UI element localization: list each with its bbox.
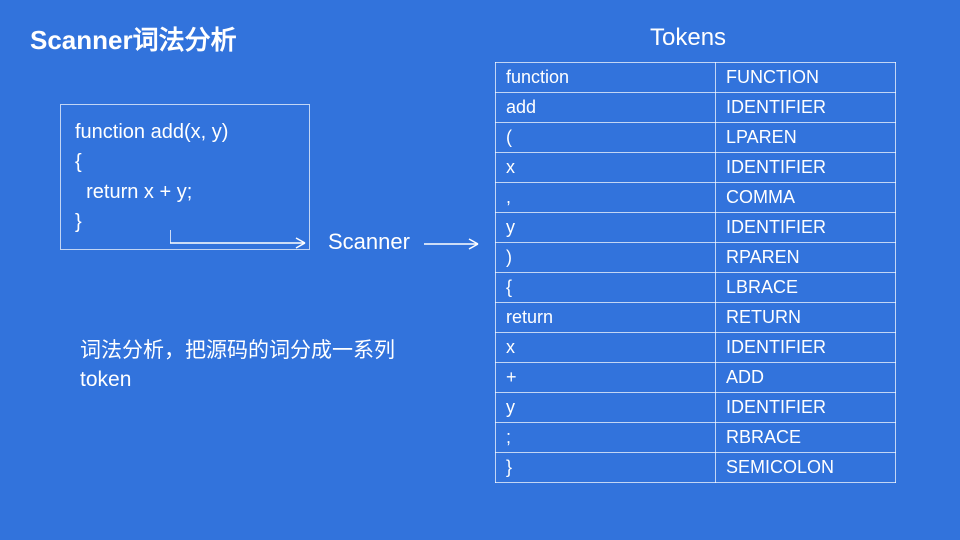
token-lexeme: { [496,273,716,303]
token-type: RBRACE [716,423,896,453]
token-lexeme: return [496,303,716,333]
token-lexeme: ) [496,243,716,273]
token-table: functionFUNCTIONaddIDENTIFIER(LPARENxIDE… [495,62,896,483]
table-row: {LBRACE [496,273,896,303]
token-type: IDENTIFIER [716,93,896,123]
table-row: yIDENTIFIER [496,393,896,423]
table-row: returnRETURN [496,303,896,333]
token-type: IDENTIFIER [716,393,896,423]
table-row: yIDENTIFIER [496,213,896,243]
source-code-box: function add(x, y) { return x + y; } [60,104,310,250]
token-type: IDENTIFIER [716,213,896,243]
arrow-right-icon [424,236,488,252]
table-row: xIDENTIFIER [496,333,896,363]
table-row: ,COMMA [496,183,896,213]
token-lexeme: add [496,93,716,123]
token-lexeme: x [496,153,716,183]
table-row: +ADD [496,363,896,393]
token-lexeme: + [496,363,716,393]
token-lexeme: function [496,63,716,93]
token-type: COMMA [716,183,896,213]
token-type: IDENTIFIER [716,333,896,363]
table-row: (LPAREN [496,123,896,153]
token-type: SEMICOLON [716,453,896,483]
page-title: Scanner词法分析 [30,20,237,57]
token-type: RETURN [716,303,896,333]
table-row: ;RBRACE [496,423,896,453]
token-lexeme: y [496,393,716,423]
description-text: 词法分析，把源码的词分成一系列token [80,336,420,395]
token-lexeme: ; [496,423,716,453]
table-row: )RPAREN [496,243,896,273]
tokens-header: Tokens [650,24,726,52]
token-lexeme: ( [496,123,716,153]
token-lexeme: , [496,183,716,213]
token-lexeme: } [496,453,716,483]
token-lexeme: x [496,333,716,363]
token-type: FUNCTION [716,63,896,93]
token-type: ADD [716,363,896,393]
table-row: xIDENTIFIER [496,153,896,183]
token-lexeme: y [496,213,716,243]
token-type: IDENTIFIER [716,153,896,183]
table-row: }SEMICOLON [496,453,896,483]
table-row: functionFUNCTION [496,63,896,93]
scanner-label: Scanner [328,229,410,255]
table-row: addIDENTIFIER [496,93,896,123]
token-type: LBRACE [716,273,896,303]
token-type: LPAREN [716,123,896,153]
token-type: RPAREN [716,243,896,273]
